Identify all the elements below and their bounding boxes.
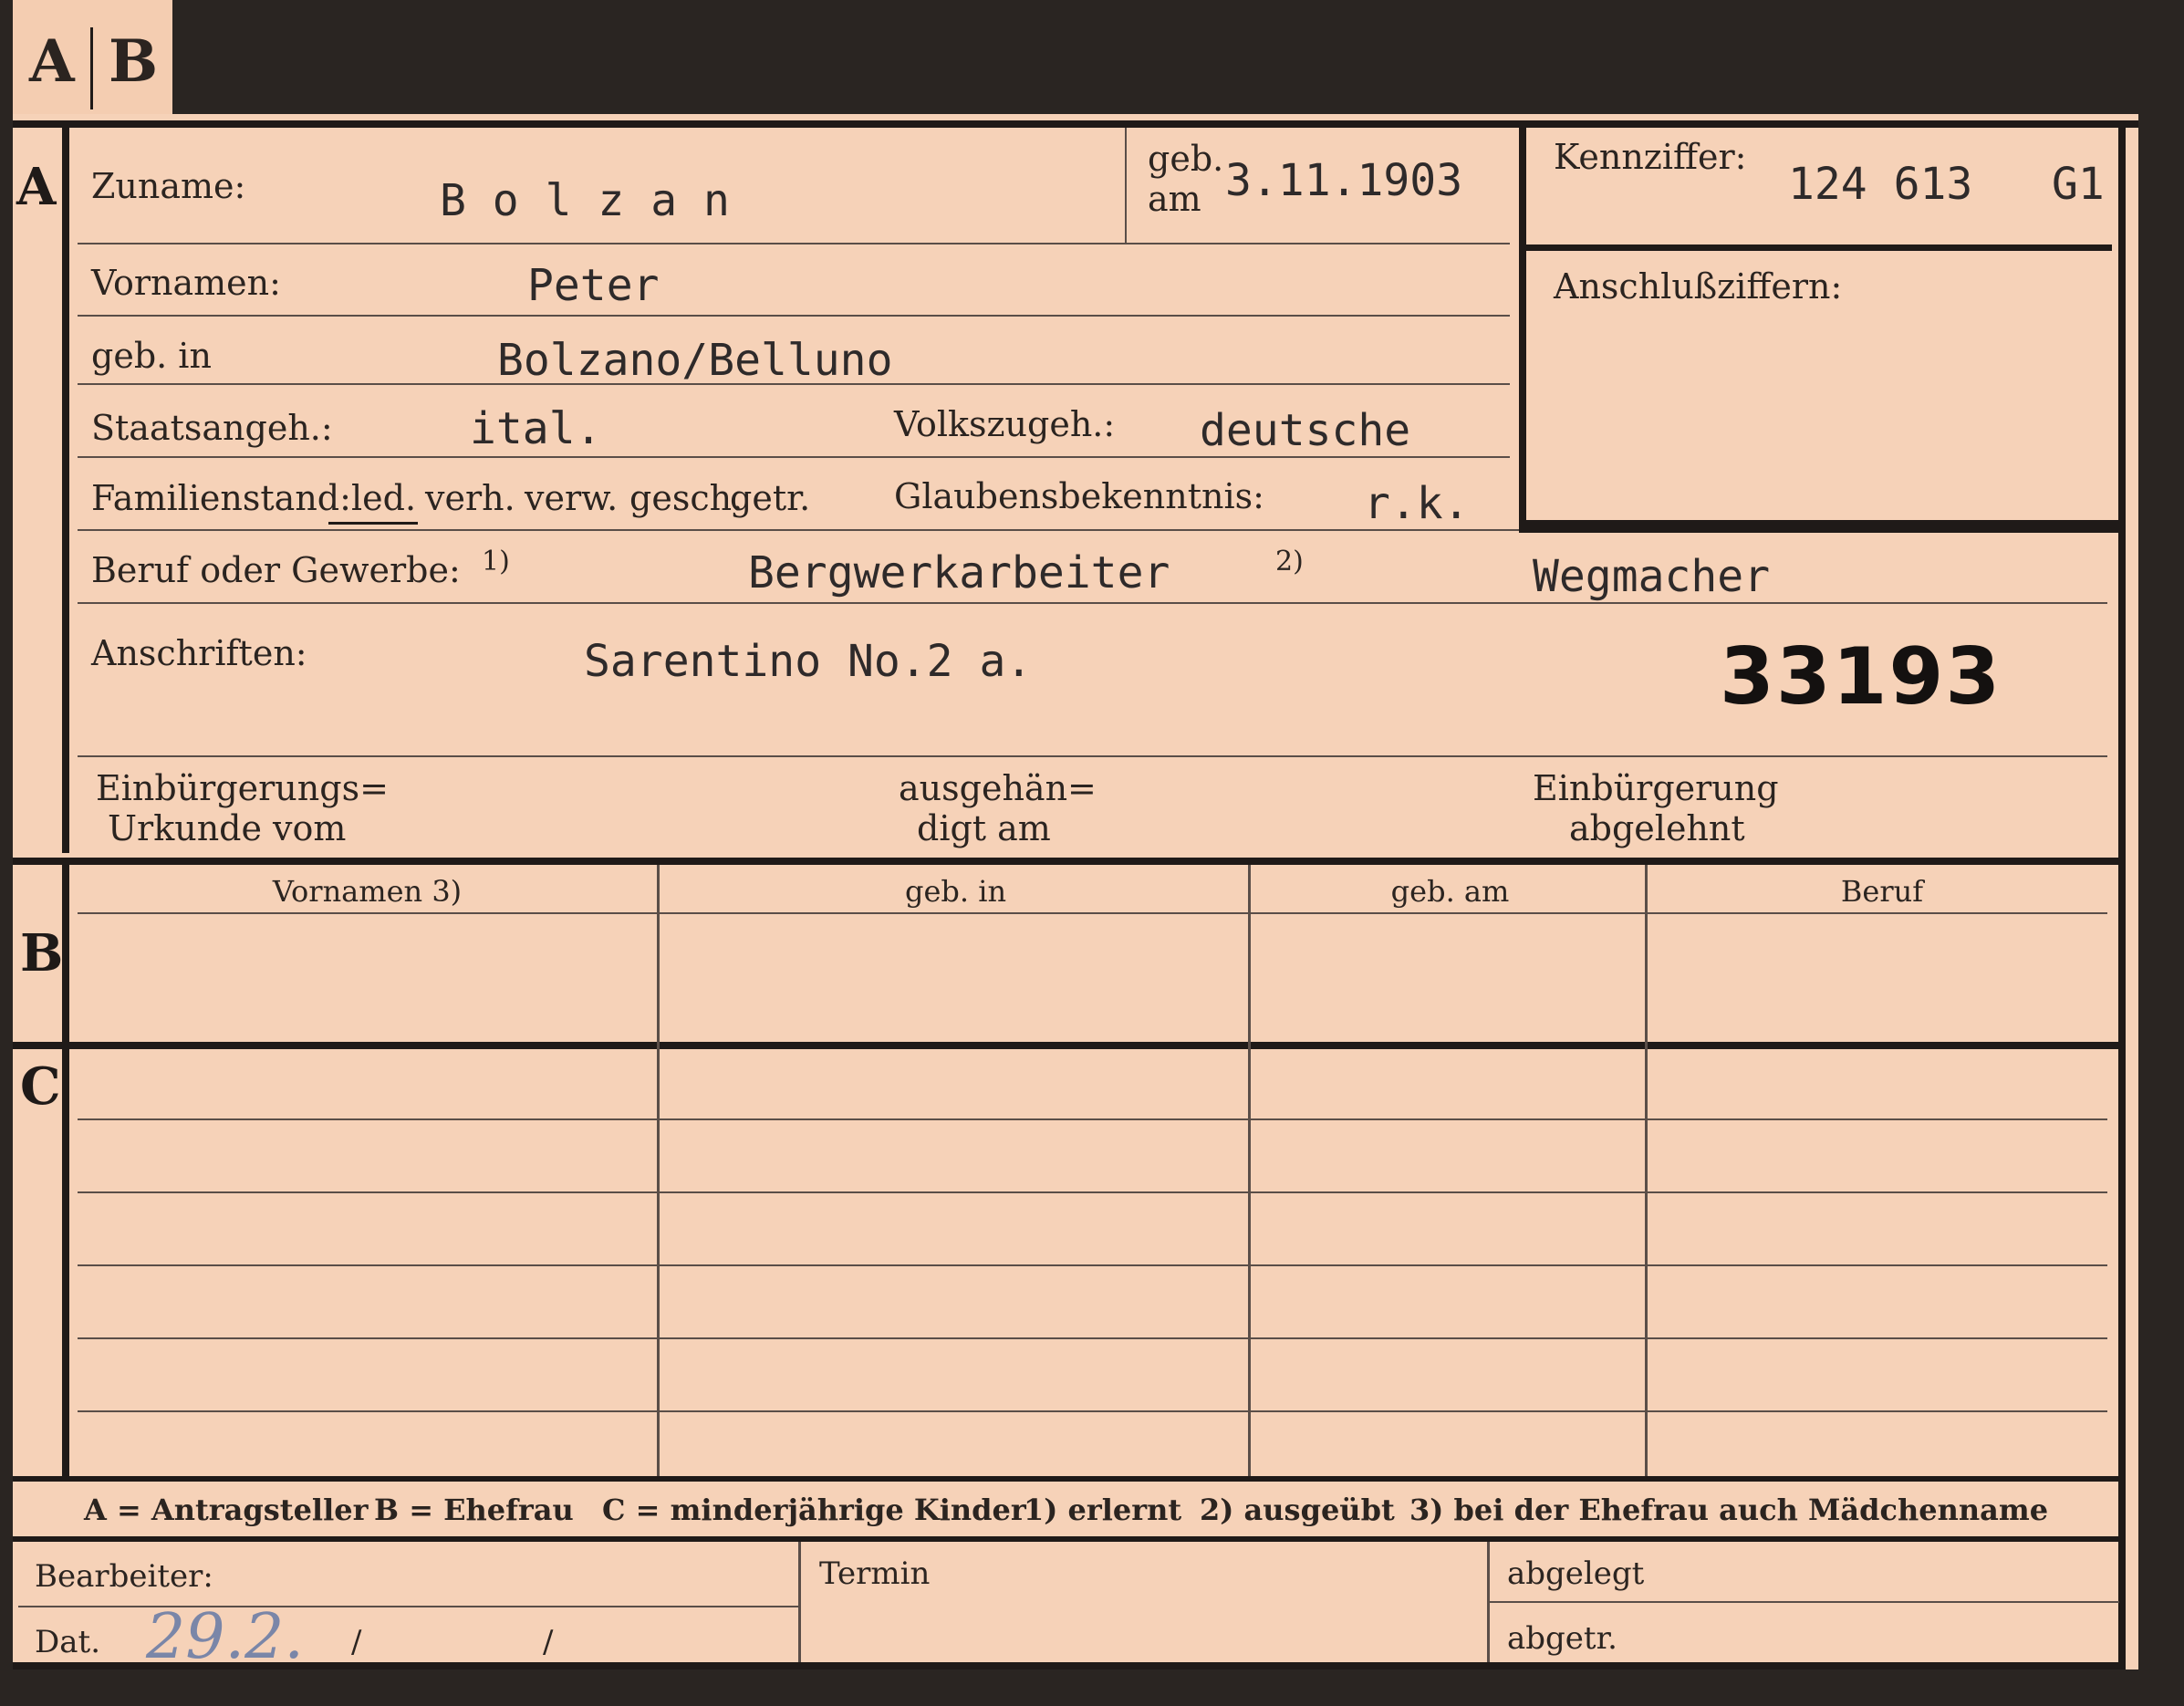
occupation-value-practiced: Wegmacher	[1533, 551, 1771, 602]
naturalization-handed-line1: ausgehän=	[899, 768, 1097, 808]
first-names-label: Vornamen:	[91, 263, 281, 303]
birthdate-value: 3.11.1903	[1225, 155, 1463, 206]
rule-row-5	[78, 529, 1519, 531]
family-status-option-verh: verh.	[425, 478, 515, 518]
family-status-option-getr: getr.	[730, 478, 811, 518]
table-header-rule	[78, 912, 2107, 914]
table-row-rule-4	[78, 1337, 2107, 1339]
birthdate-divider	[1125, 128, 1127, 243]
table-column-divider-2	[1248, 865, 1251, 1476]
footer-abgetr-label: abgetr.	[1507, 1620, 1617, 1657]
section-letter-a: A	[16, 157, 57, 217]
family-status-option-led: led.	[351, 478, 417, 518]
religion-label: Glaubensbekenntnis:	[894, 476, 1264, 516]
ethnicity-value: deutsche	[1200, 405, 1411, 456]
kennziffer-label: Kennziffer:	[1554, 137, 1747, 177]
legend-note-3: 3) bei der Ehefrau auch Mädchenname	[1409, 1493, 2049, 1527]
rule-row-6	[78, 602, 2107, 604]
address-value: Sarentino No.2 a.	[584, 636, 1033, 687]
footer-abgelegt-label: abgelegt	[1507, 1555, 1645, 1592]
table-column-divider-1	[657, 865, 660, 1476]
legend-note-1: 1) erlernt	[1024, 1493, 1182, 1527]
table-row-rule-1	[78, 1118, 2107, 1120]
rule-row-7	[78, 755, 2107, 757]
section-b-bottom-border	[13, 1042, 2120, 1049]
religion-value: r.k.	[1364, 478, 1470, 529]
occupation-label: Beruf oder Gewerbe:	[91, 550, 461, 590]
legend-note-2: 2) ausgeübt	[1200, 1493, 1395, 1527]
section-c-bottom-border	[13, 1476, 2120, 1482]
footer-date-slash-1: /	[351, 1624, 362, 1660]
ethnicity-label: Volkszugeh.:	[894, 404, 1116, 444]
tab-letter-a: A	[29, 27, 75, 96]
naturalization-rejected-line2: abgelehnt	[1569, 808, 1745, 848]
citizenship-value: ital.	[470, 403, 602, 454]
section-a-bottom-border	[13, 858, 2120, 865]
kennziffer-box-divider	[1519, 244, 2112, 251]
legend-b: B = Ehefrau	[374, 1493, 574, 1527]
birthplace-value: Bolzano/Belluno	[497, 335, 893, 386]
surname-value: B o l z a n	[440, 175, 730, 226]
rule-row-1	[78, 243, 1510, 244]
table-row-rule-2	[78, 1191, 2107, 1193]
rule-row-2	[78, 315, 1510, 317]
table-header-occupation: Beruf	[1840, 874, 1924, 909]
birthplace-label: geb. in	[91, 336, 212, 376]
kennziffer-box-left	[1519, 120, 1526, 533]
surname-label: Zuname:	[91, 166, 246, 206]
occupation-mark-2: 2)	[1275, 546, 1304, 577]
table-column-divider-3	[1645, 865, 1648, 1476]
naturalization-certificate-line1: Einbürgerungs=	[96, 768, 389, 808]
naturalization-rejected-line1: Einbürgerung	[1533, 768, 1779, 808]
section-letter-c: C	[20, 1056, 61, 1117]
table-header-birthdate: geb. am	[1390, 874, 1510, 909]
family-status-option-verw: verw.	[525, 478, 619, 518]
rule-row-4	[78, 456, 1510, 458]
occupation-value-learned: Bergwerkarbeiter	[748, 547, 1170, 598]
footer-date-handwritten: 29.2.	[146, 1601, 305, 1673]
section-a-left-bar	[62, 128, 69, 853]
birthdate-label-geb: geb.	[1148, 139, 1224, 179]
footer-termin-label: Termin	[819, 1555, 931, 1592]
family-status-underline	[328, 522, 418, 525]
footer-rule-left	[18, 1606, 798, 1607]
footer-rule-right	[1490, 1601, 2119, 1603]
index-tab: A B	[13, 0, 172, 123]
naturalization-certificate-line2: Urkunde vom	[108, 808, 347, 848]
table-header-first-names: Vornamen 3)	[272, 874, 463, 909]
anschlussziffern-label: Anschlußziffern:	[1554, 266, 1843, 307]
kennziffer-value: 124 613 G1	[1788, 159, 2105, 210]
first-names-value: Peter	[527, 260, 660, 311]
table-row-rule-3	[78, 1264, 2107, 1266]
footer-date-label: Dat.	[35, 1624, 101, 1660]
occupation-mark-1: 1)	[482, 546, 510, 577]
tab-divider	[90, 27, 93, 109]
family-status-option-gesch: gesch.	[629, 478, 744, 518]
naturalization-handed-line2: digt am	[917, 808, 1051, 848]
footer-date-slash-2: /	[543, 1624, 554, 1660]
card-bottom-border	[13, 1662, 2126, 1670]
legend-bottom-border	[13, 1536, 2120, 1542]
birthdate-label-am: am	[1148, 179, 1201, 219]
tab-letter-b: B	[109, 27, 159, 96]
addresses-label: Anschriften:	[91, 633, 307, 673]
footer-bearbeiter-label: Bearbeiter:	[35, 1558, 213, 1595]
citizenship-label: Staatsangeh.:	[91, 408, 333, 448]
section-letter-b: B	[20, 923, 64, 983]
family-status-label: Familienstand:	[91, 478, 351, 518]
table-header-birthplace: geb. in	[904, 874, 1007, 909]
legend-a: A = Antragsteller	[84, 1493, 369, 1527]
table-row-rule-5	[78, 1410, 2107, 1412]
card-top-border	[13, 120, 2138, 128]
card-right-border	[2118, 120, 2126, 1670]
footer-divider-1	[798, 1542, 801, 1662]
stamp-number: 33193	[1720, 631, 2002, 723]
legend-c: C = minderjährige Kinder	[602, 1493, 1026, 1527]
kennziffer-box-bottom	[1519, 520, 2118, 533]
